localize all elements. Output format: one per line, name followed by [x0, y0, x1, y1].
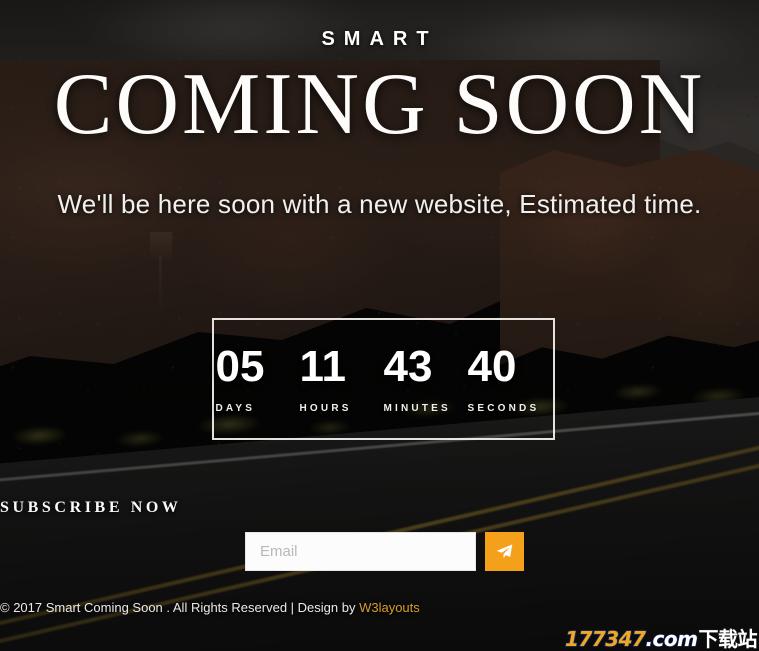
subscribe-form — [245, 532, 524, 571]
footer-designer-link[interactable]: W3layouts — [359, 600, 420, 615]
countdown-minutes-label: MINUTES — [383, 402, 451, 414]
countdown-timer: 05 DAYS 11 HOURS 43 MINUTES 40 SECONDS — [212, 318, 555, 440]
footer-copyright-text: © 2017 Smart Coming Soon . All Rights Re… — [0, 600, 360, 615]
countdown-days-label: DAYS — [215, 402, 256, 414]
countdown-unit-minutes: 43 MINUTES — [383, 341, 468, 414]
countdown-hours-value: 11 — [299, 341, 347, 391]
countdown-row: 05 DAYS 11 HOURS 43 MINUTES 40 SECONDS — [215, 341, 552, 414]
subscribe-heading: SUBSCRIBE NOW — [0, 499, 182, 516]
countdown-hours-label: HOURS — [299, 402, 352, 414]
page-title: COMING SOON — [53, 56, 706, 153]
countdown-seconds-value: 40 — [467, 341, 517, 391]
countdown-unit-hours: 11 HOURS — [299, 341, 384, 414]
page-tagline: We'll be here soon with a new website, E… — [57, 189, 702, 220]
subscribe-submit-button[interactable] — [485, 532, 524, 571]
countdown-unit-days: 05 DAYS — [215, 341, 300, 414]
watermark-numbers: 177347 — [564, 627, 646, 651]
countdown-days-value: 05 — [215, 341, 265, 391]
countdown-unit-seconds: 40 SECONDS — [467, 341, 552, 414]
watermark-suffix: 下载站 — [698, 627, 758, 651]
email-input[interactable] — [245, 532, 476, 571]
countdown-minutes-value: 43 — [383, 341, 433, 391]
page-stage: SMART COMING SOON We'll be here soon wit… — [0, 0, 759, 651]
countdown-seconds-label: SECONDS — [467, 402, 540, 414]
watermark-domain: .com — [645, 627, 699, 651]
brand-name: SMART — [321, 28, 438, 50]
paper-plane-icon — [496, 543, 513, 560]
site-watermark: 177347 .com 下载站 — [564, 627, 758, 651]
footer: © 2017 Smart Coming Soon . All Rights Re… — [0, 600, 759, 615]
